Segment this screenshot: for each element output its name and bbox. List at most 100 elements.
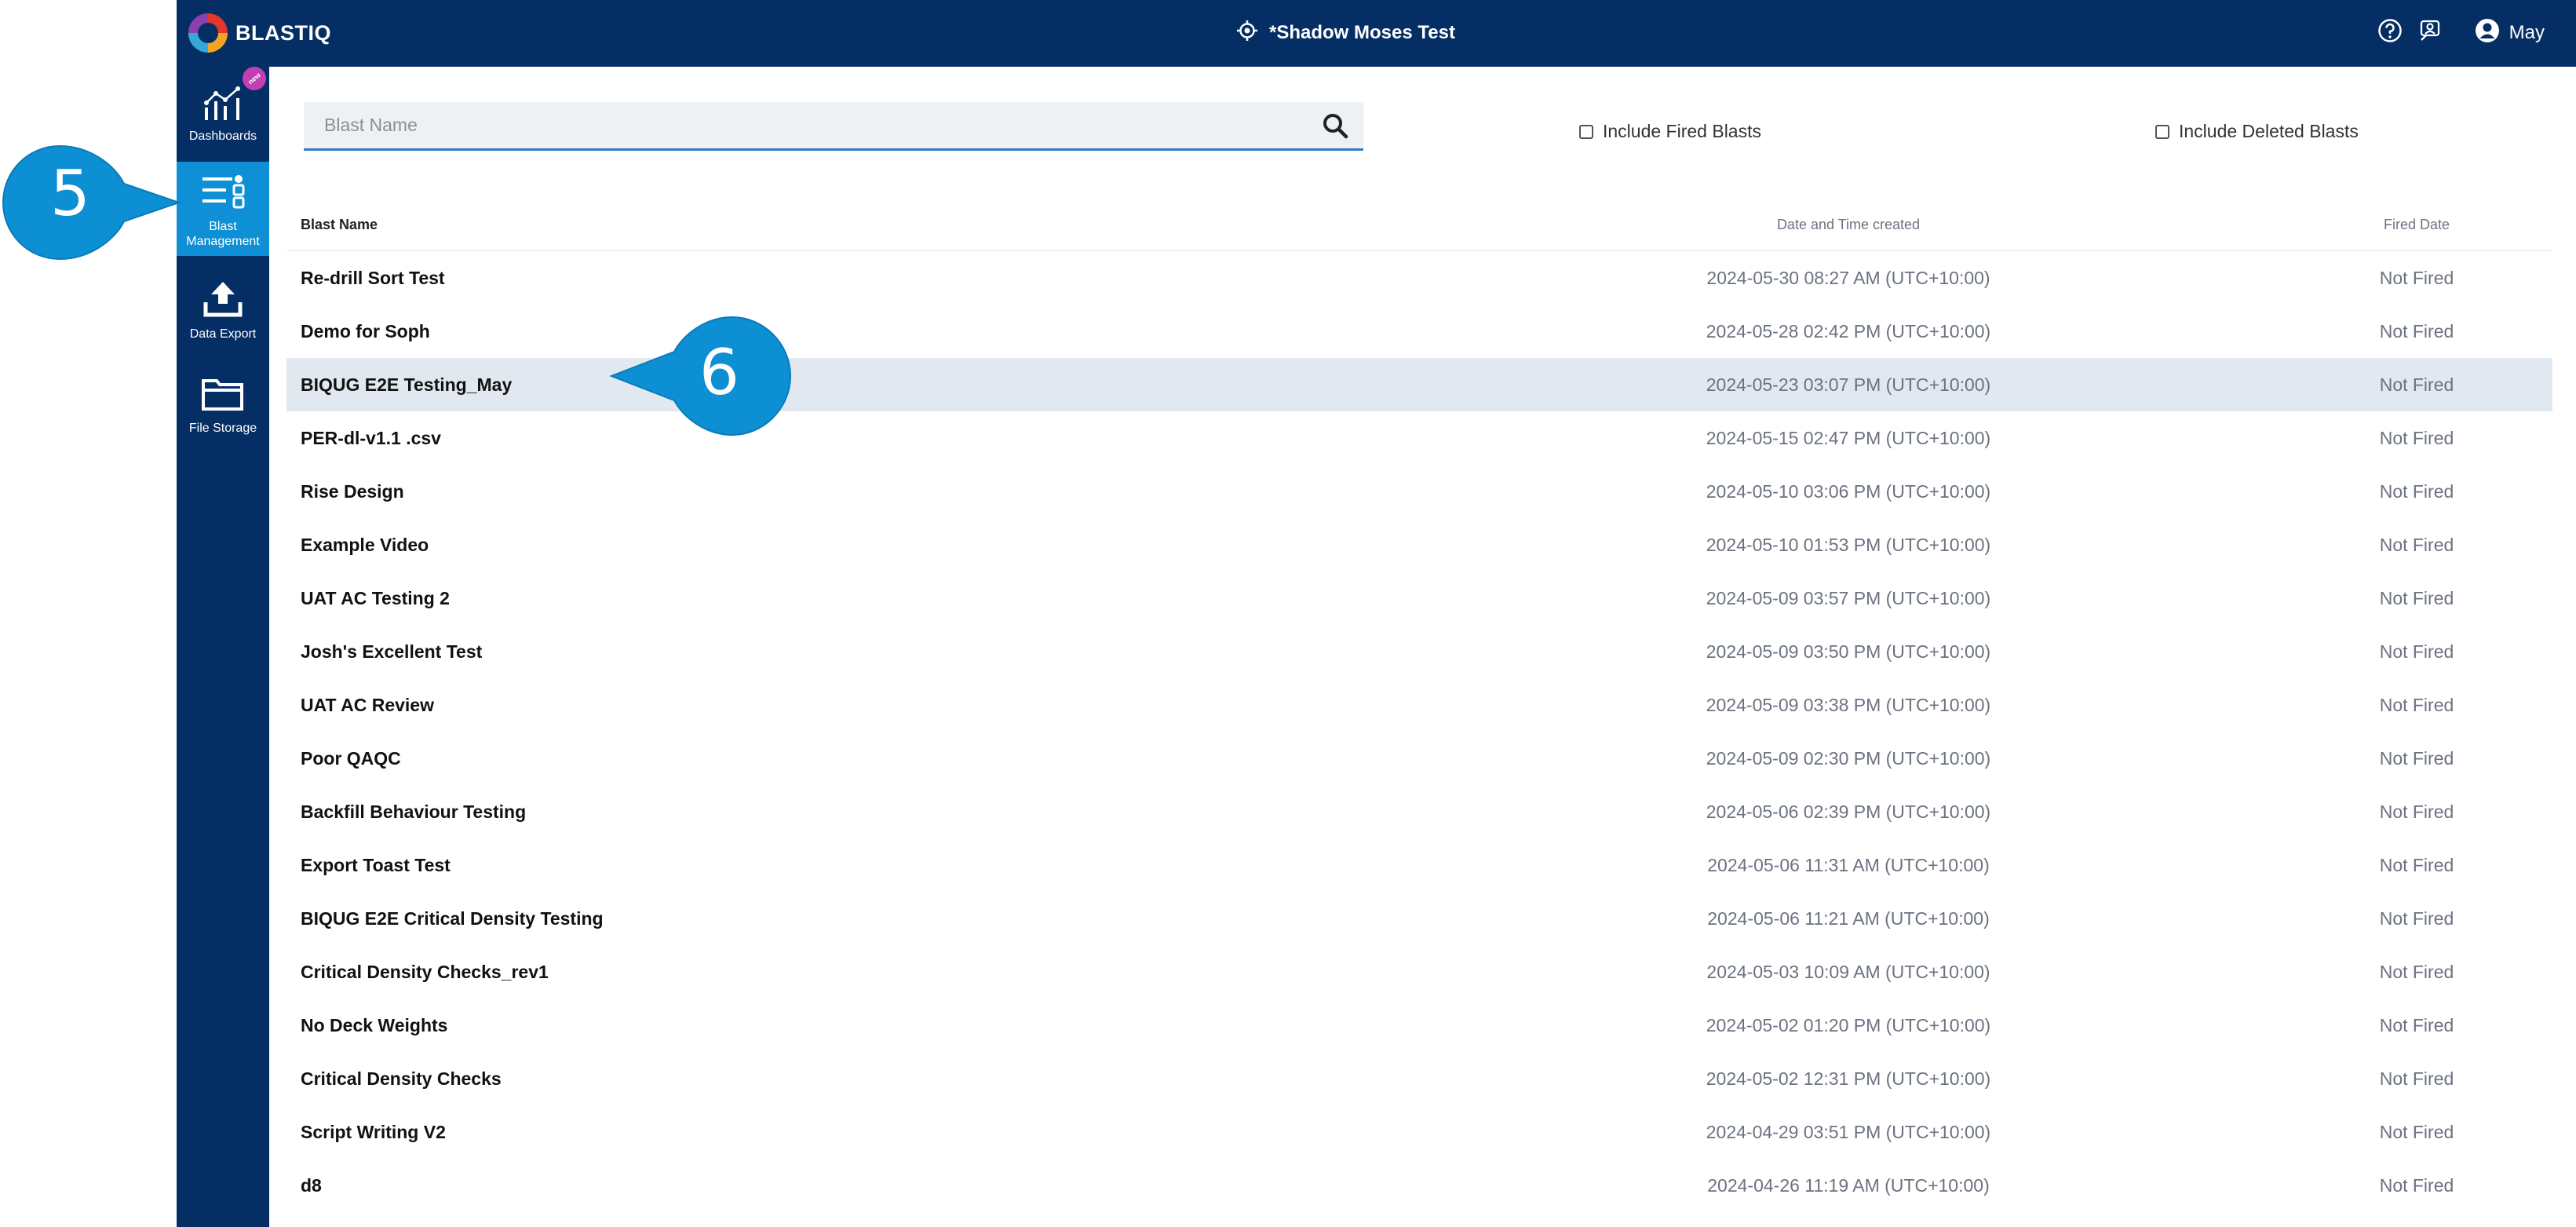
table-row[interactable]: Export Toast Test 2024-05-06 11:31 AM (UT… [286, 838, 2552, 892]
fired-date-cell: Not Fired [2379, 268, 2454, 288]
date-created-cell: 2024-05-06 11:21 AM (UTC+10:00) [1707, 908, 1990, 929]
table-row[interactable]: Script Writing V2 2024-04-29 03:51 PM (UT… [286, 1105, 2552, 1159]
sidebar-item-blast-management[interactable]: Blast Management [177, 162, 269, 256]
upload-icon [202, 280, 244, 322]
blast-name-cell: PER-dl-v1.1 .csv [301, 428, 441, 448]
fired-date-cell: Not Fired [2379, 641, 2454, 662]
include-fired-checkbox[interactable] [1579, 124, 1593, 139]
fired-date-cell: Not Fired [2379, 1175, 2454, 1196]
column-header-fired-date[interactable]: Fired Date [2327, 217, 2506, 233]
fired-date-cell: Not Fired [2379, 374, 2454, 395]
include-fired-filter[interactable]: Include Fired Blasts [1579, 121, 1761, 142]
fired-date-cell: Not Fired [2379, 535, 2454, 555]
date-created-cell: 2024-05-02 01:20 PM (UTC+10:00) [1706, 1015, 1991, 1035]
sidebar-item-label: Dashboards [188, 130, 257, 143]
app-logo[interactable]: BLASTIQ [188, 11, 331, 55]
table-row[interactable]: UAT AC Testing 2 2024-05-09 03:57 PM (UTC… [286, 572, 2552, 625]
fired-date-cell: Not Fired [2379, 588, 2454, 608]
date-created-cell: 2024-05-10 01:53 PM (UTC+10:00) [1706, 535, 1991, 555]
sidebar-item-label: File Storage [188, 422, 257, 435]
blast-name-cell: Poor QAQC [301, 748, 401, 769]
header-actions: May [2377, 14, 2545, 52]
table-row[interactable]: Josh's Excellent Test 2024-05-09 03:50 PM… [286, 625, 2552, 678]
date-created-cell: 2024-05-28 02:42 PM (UTC+10:00) [1706, 321, 1991, 341]
step-callout-6: 6 [608, 314, 797, 438]
callout-number: 6 [699, 336, 739, 409]
date-created-cell: 2024-05-10 03:06 PM (UTC+10:00) [1706, 481, 1991, 502]
fired-date-cell: Not Fired [2379, 321, 2454, 341]
blast-name-search-input[interactable] [304, 102, 1301, 148]
blast-name-cell: Re-drill Sort Test [301, 268, 445, 288]
account-icon [2475, 18, 2500, 49]
search-box [304, 102, 1363, 151]
blast-name-cell: Critical Density Checks_rev1 [301, 962, 549, 982]
app-window: BLASTIQ *Shadow Moses Test May new Dashb… [0, 0, 2576, 1227]
fired-date-cell: Not Fired [2379, 695, 2454, 715]
fired-date-cell: Not Fired [2379, 481, 2454, 502]
logo-text: BLASTIQ [235, 20, 331, 45]
fired-date-cell: Not Fired [2379, 962, 2454, 982]
fired-date-cell: Not Fired [2379, 748, 2454, 769]
date-created-cell: 2024-05-03 10:09 AM (UTC+10:00) [1706, 962, 1990, 982]
date-created-cell: 2024-05-09 03:50 PM (UTC+10:00) [1706, 641, 1991, 662]
table-row[interactable]: No Deck Weights 2024-05-02 01:20 PM (UTC+… [286, 999, 2552, 1052]
blast-name-cell: Backfill Behaviour Testing [301, 802, 527, 822]
blast-list-icon [201, 173, 245, 214]
table-row[interactable]: Poor QAQC 2024-05-09 02:30 PM (UTC+10:00)… [286, 732, 2552, 785]
blast-name-cell: No Deck Weights [301, 1015, 448, 1035]
callout-number: 5 [50, 157, 90, 230]
include-fired-label: Include Fired Blasts [1603, 121, 1761, 141]
table-row[interactable]: Re-drill Sort Test 2024-05-30 08:27 AM (U… [286, 251, 2552, 305]
table-row[interactable]: BIQUG E2E Critical Density Testing 2024-0… [286, 892, 2552, 945]
table-row[interactable]: UAT AC Review 2024-05-09 03:38 PM (UTC+10… [286, 678, 2552, 732]
project-selector[interactable]: *Shadow Moses Test [1236, 16, 1455, 50]
column-header-date-created[interactable]: Date and Time created [1678, 217, 2019, 233]
search-icon[interactable] [1321, 111, 1349, 140]
sidebar: new Dashboards Blast Management Data Exp… [177, 61, 272, 1227]
blast-name-cell: Export Toast Test [301, 855, 451, 875]
dashboard-chart-icon [202, 86, 244, 124]
sidebar-item-label: Blast Management [186, 220, 260, 248]
user-name: May [2508, 22, 2545, 43]
date-created-cell: 2024-05-23 03:07 PM (UTC+10:00) [1706, 374, 1991, 395]
include-deleted-filter[interactable]: Include Deleted Blasts [2155, 121, 2359, 142]
support-icon[interactable] [2418, 18, 2443, 49]
sidebar-item-file-storage[interactable]: File Storage [177, 356, 269, 450]
date-created-cell: 2024-05-02 12:31 PM (UTC+10:00) [1706, 1068, 1991, 1089]
table-row[interactable]: Critical Density Checks_rev1 2024-05-03 1… [286, 945, 2552, 999]
blast-name-cell: BIQUG E2E Critical Density Testing [301, 908, 604, 929]
table-row[interactable]: Example Video 2024-05-10 01:53 PM (UTC+10… [286, 518, 2552, 572]
fired-date-cell: Not Fired [2379, 908, 2454, 929]
project-name: *Shadow Moses Test [1269, 22, 1455, 43]
fired-date-cell: Not Fired [2379, 1068, 2454, 1089]
date-created-cell: 2024-05-09 03:57 PM (UTC+10:00) [1706, 588, 1991, 608]
table-row[interactable]: Critical Density Checks 2024-05-02 12:31 … [286, 1052, 2552, 1105]
fired-date-cell: Not Fired [2379, 802, 2454, 822]
sidebar-item-dashboards[interactable]: new Dashboards [177, 61, 272, 157]
fired-date-cell: Not Fired [2379, 1015, 2454, 1035]
fired-date-cell: Not Fired [2379, 428, 2454, 448]
blast-name-cell: Rise Design [301, 481, 404, 502]
date-created-cell: 2024-04-29 03:51 PM (UTC+10:00) [1706, 1122, 1991, 1142]
date-created-cell: 2024-05-30 08:27 AM (UTC+10:00) [1706, 268, 1990, 288]
column-header-blast-name[interactable]: Blast Name [301, 217, 378, 233]
sidebar-item-data-export[interactable]: Data Export [177, 261, 269, 352]
table-row[interactable]: Backfill Behaviour Testing 2024-05-06 02:… [286, 785, 2552, 838]
fired-date-cell: Not Fired [2379, 855, 2454, 875]
help-icon[interactable] [2377, 18, 2403, 49]
date-created-cell: 2024-05-15 02:47 PM (UTC+10:00) [1706, 428, 1991, 448]
user-menu[interactable]: May [2475, 18, 2545, 49]
date-created-cell: 2024-05-06 11:31 AM (UTC+10:00) [1707, 855, 1990, 875]
blast-name-cell: UAT AC Testing 2 [301, 588, 450, 608]
include-deleted-checkbox[interactable] [2155, 124, 2169, 139]
step-callout-5: 5 [0, 143, 188, 262]
table-row[interactable]: Rise Design 2024-05-10 03:06 PM (UTC+10:0… [286, 465, 2552, 518]
date-created-cell: 2024-05-06 02:39 PM (UTC+10:00) [1706, 802, 1991, 822]
blast-name-cell: Demo for Soph [301, 321, 430, 341]
date-created-cell: 2024-04-26 11:19 AM (UTC+10:00) [1707, 1175, 1990, 1196]
fired-date-cell: Not Fired [2379, 1122, 2454, 1142]
table-row[interactable]: d8 2024-04-26 11:19 AM (UTC+10:00) Not Fir… [286, 1159, 2552, 1212]
sidebar-item-label: Data Export [189, 327, 257, 341]
logo-ring-icon [188, 13, 228, 53]
table-header: Blast Name Date and Time created Fired D… [286, 207, 2552, 251]
